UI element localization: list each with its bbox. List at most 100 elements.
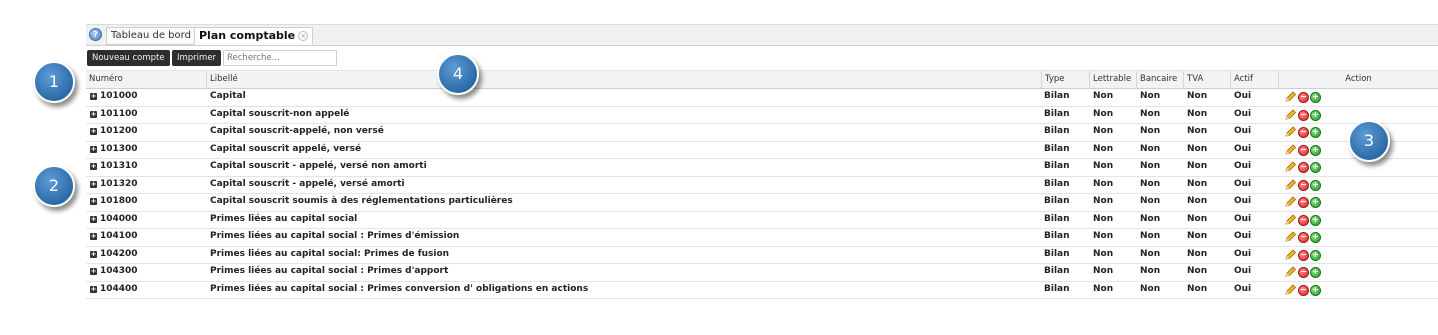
cell-lettrable: Non xyxy=(1093,178,1114,189)
cell-tva: Non xyxy=(1187,143,1208,154)
remove-icon[interactable]: − xyxy=(1298,179,1309,191)
cell-type: Bilan xyxy=(1044,126,1070,136)
pencil-icon[interactable] xyxy=(1285,126,1297,137)
cell-numero: +101000 xyxy=(90,88,138,105)
expand-icon[interactable]: + xyxy=(90,110,97,118)
account-number: 104000 xyxy=(100,213,138,224)
cell-lettrable: Non xyxy=(1093,283,1114,294)
add-icon[interactable]: + xyxy=(1310,284,1321,296)
cell-tva: Non xyxy=(1187,126,1208,136)
cell-numero: +101300 xyxy=(90,141,138,158)
pencil-icon[interactable] xyxy=(1285,231,1297,242)
remove-icon[interactable]: − xyxy=(1298,109,1309,121)
col-header-libelle[interactable]: Libellé xyxy=(206,71,1041,88)
table-row[interactable]: +101320 Capital souscrit - appelé, versé … xyxy=(86,176,1438,194)
col-header-tva[interactable]: TVA xyxy=(1183,71,1230,88)
pencil-icon[interactable] xyxy=(1285,161,1297,172)
pencil-icon[interactable] xyxy=(1285,143,1297,155)
remove-icon[interactable]: − xyxy=(1298,92,1309,103)
cell-lettrable: Non xyxy=(1093,266,1114,276)
add-icon[interactable]: + xyxy=(1310,127,1321,138)
add-icon[interactable]: + xyxy=(1310,249,1321,261)
expand-icon[interactable]: + xyxy=(90,180,97,188)
remove-icon[interactable]: − xyxy=(1298,249,1309,261)
remove-icon[interactable]: − xyxy=(1298,197,1309,208)
pencil-icon[interactable] xyxy=(1285,213,1297,225)
expand-icon[interactable]: + xyxy=(90,268,97,275)
table-row[interactable]: +101200 Capital souscrit-appelé, non vers… xyxy=(86,123,1438,142)
table-row[interactable]: +101310 Capital souscrit - appelé, versé … xyxy=(86,158,1438,177)
col-header-lettrable[interactable]: Lettrable xyxy=(1089,71,1136,88)
row-actions: − + xyxy=(1285,248,1325,261)
cell-type: Bilan xyxy=(1044,266,1070,276)
add-icon[interactable]: + xyxy=(1310,92,1321,103)
add-icon[interactable]: + xyxy=(1310,214,1321,226)
search-input[interactable] xyxy=(223,50,337,66)
account-number: 104400 xyxy=(100,283,138,294)
print-button[interactable]: Imprimer xyxy=(172,50,222,66)
remove-icon[interactable]: − xyxy=(1298,214,1309,226)
cell-bancaire: Non xyxy=(1140,108,1161,119)
close-icon[interactable]: × xyxy=(298,31,309,41)
table-row[interactable]: +101000 Capital Bilan Non Non Non Oui − + xyxy=(86,88,1438,107)
help-icon[interactable]: ? xyxy=(89,28,102,41)
table-row[interactable]: +104100 Primes liées au capital social : … xyxy=(86,228,1438,247)
expand-icon[interactable]: + xyxy=(90,93,97,100)
add-icon[interactable]: + xyxy=(1310,197,1321,208)
remove-icon[interactable]: − xyxy=(1298,144,1309,156)
cell-lettrable: Non xyxy=(1093,91,1114,101)
cell-numero: +104000 xyxy=(90,211,138,228)
remove-icon[interactable]: − xyxy=(1298,232,1309,243)
expand-icon[interactable]: + xyxy=(90,198,97,205)
cell-actif: Oui xyxy=(1234,248,1252,259)
pencil-icon[interactable] xyxy=(1285,108,1297,120)
pencil-icon[interactable] xyxy=(1285,283,1297,295)
cell-bancaire: Non xyxy=(1140,231,1161,241)
add-icon[interactable]: + xyxy=(1310,232,1321,243)
table-row[interactable]: +101300 Capital souscrit appelé, versé Bil… xyxy=(86,141,1438,159)
cell-bancaire: Non xyxy=(1140,248,1161,259)
remove-icon[interactable]: − xyxy=(1298,162,1309,173)
table-row[interactable]: +104400 Primes liées au capital social : … xyxy=(86,281,1438,299)
expand-icon[interactable]: + xyxy=(90,145,97,153)
col-header-actif[interactable]: Actif xyxy=(1230,71,1278,88)
row-actions: − + xyxy=(1285,126,1325,138)
pencil-icon[interactable] xyxy=(1285,91,1297,102)
pencil-icon[interactable] xyxy=(1285,178,1297,190)
remove-icon[interactable]: − xyxy=(1298,284,1309,296)
pencil-icon[interactable] xyxy=(1285,266,1297,277)
expand-icon[interactable]: + xyxy=(90,285,97,293)
col-header-bancaire[interactable]: Bancaire xyxy=(1136,71,1183,88)
add-icon[interactable]: + xyxy=(1310,144,1321,156)
add-icon[interactable]: + xyxy=(1310,109,1321,121)
table-row[interactable]: +101100 Capital souscrit-non appelé Bilan N… xyxy=(86,106,1438,124)
row-actions: − + xyxy=(1285,178,1325,191)
cell-bancaire: Non xyxy=(1140,126,1161,136)
add-icon[interactable]: + xyxy=(1310,179,1321,191)
add-icon[interactable]: + xyxy=(1310,267,1321,278)
remove-icon[interactable]: − xyxy=(1298,127,1309,138)
expand-icon[interactable]: + xyxy=(90,128,97,135)
table-row[interactable]: +101800 Capital souscrit soumis à des rég… xyxy=(86,193,1438,212)
col-header-numero[interactable]: Numéro xyxy=(86,71,206,88)
tab-plan-comptable[interactable]: Plan comptable × xyxy=(194,27,314,45)
expand-icon[interactable]: + xyxy=(90,233,97,240)
callout-4: 4 xyxy=(437,53,479,95)
expand-icon[interactable]: + xyxy=(90,215,97,223)
table-row[interactable]: +104200 Primes liées au capital social: P… xyxy=(86,246,1438,264)
cell-tva: Non xyxy=(1187,161,1208,171)
table-row[interactable]: +104000 Primes liées au capital social Bil… xyxy=(86,211,1438,229)
cell-type: Bilan xyxy=(1044,143,1070,154)
add-icon[interactable]: + xyxy=(1310,162,1321,173)
row-actions: − + xyxy=(1285,231,1325,243)
new-account-button[interactable]: Nouveau compte xyxy=(87,50,170,66)
expand-icon[interactable]: + xyxy=(90,250,97,258)
pencil-icon[interactable] xyxy=(1285,248,1297,260)
pencil-icon[interactable] xyxy=(1285,196,1297,207)
remove-icon[interactable]: − xyxy=(1298,267,1309,278)
expand-icon[interactable]: + xyxy=(90,163,97,170)
cell-actif: Oui xyxy=(1234,231,1252,241)
cell-actif: Oui xyxy=(1234,91,1252,101)
col-header-type[interactable]: Type xyxy=(1041,71,1089,88)
table-row[interactable]: +104300 Primes liées au capital social : … xyxy=(86,263,1438,282)
